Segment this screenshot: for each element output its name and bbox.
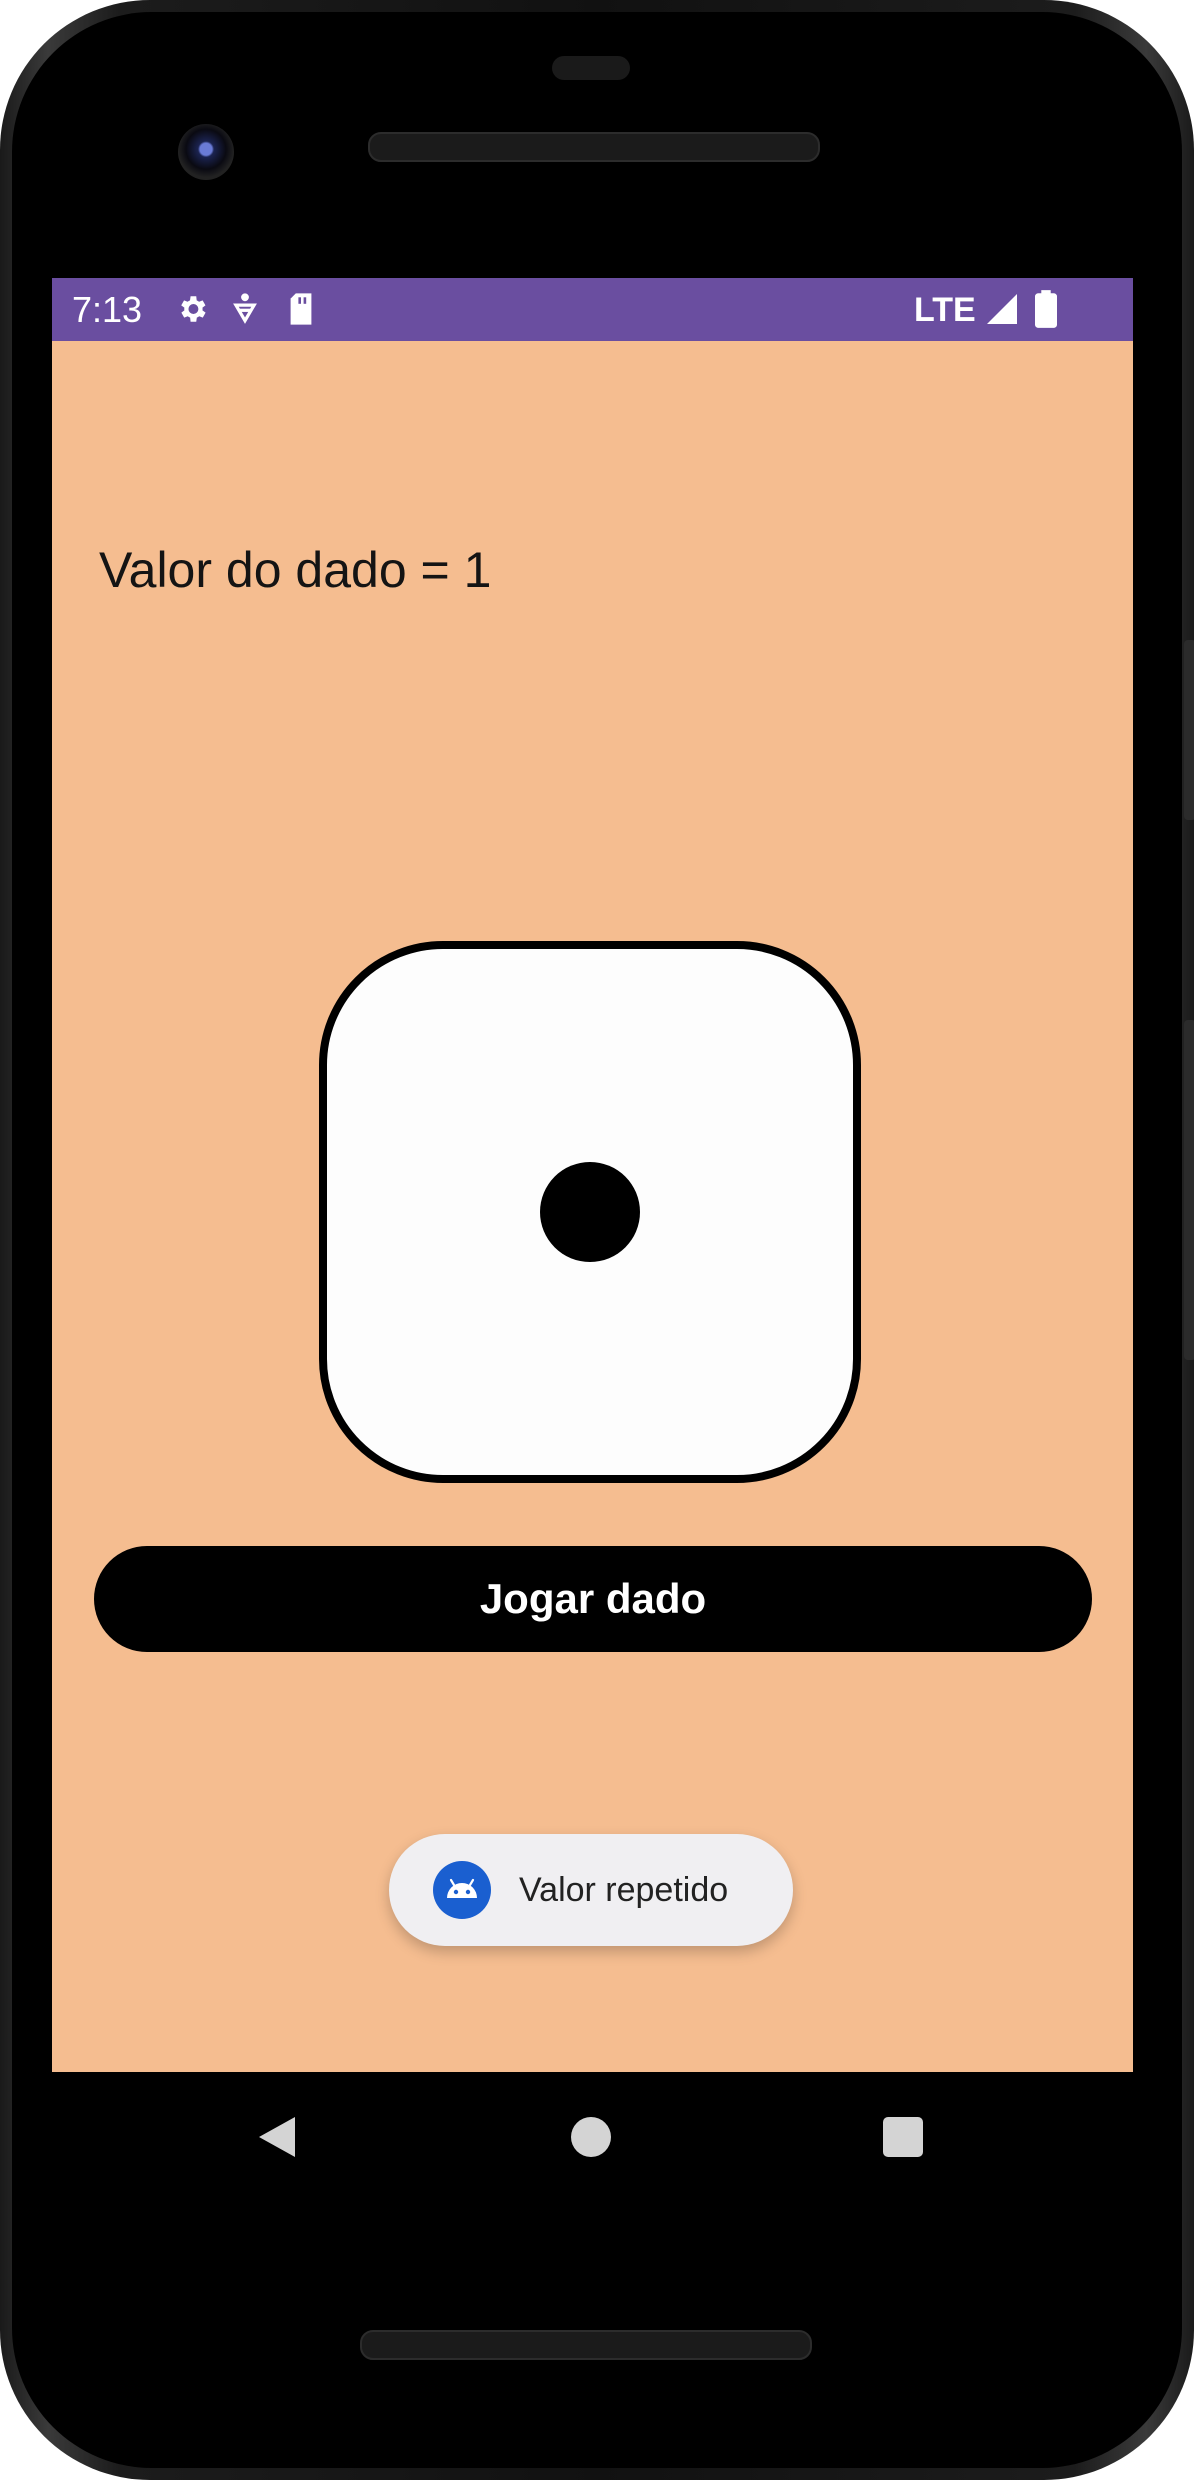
home-icon[interactable] — [546, 2092, 636, 2182]
die-face-image — [318, 940, 862, 1484]
toast-text: Valor repetido — [519, 1870, 729, 1909]
app-screen: 7:13 LTE Valor do dado = 1 Jogar dado Va… — [52, 278, 1133, 2072]
recents-icon[interactable] — [858, 2092, 948, 2182]
back-icon[interactable] — [232, 2092, 322, 2182]
network-type: LTE — [914, 291, 976, 329]
status-time: 7:13 — [72, 289, 143, 330]
android-icon — [433, 1861, 491, 1919]
status-bar: 7:13 LTE — [52, 278, 1133, 341]
navigation-bar — [52, 2072, 1133, 2202]
phone-frame: 7:13 LTE Valor do dado = 1 Jogar dado Va… — [0, 0, 1194, 2480]
die-pip-icon — [540, 1162, 640, 1262]
proximity-sensor — [552, 56, 630, 80]
die-value-label: Valor do dado = 1 — [99, 542, 492, 598]
roll-die-button[interactable]: Jogar dado — [94, 1546, 1092, 1652]
sd-card-icon — [284, 288, 318, 330]
speaker-grille-bottom — [360, 2330, 812, 2360]
front-camera-icon — [178, 124, 234, 180]
accessibility-icon — [228, 288, 262, 330]
volume-button — [1184, 1020, 1194, 1360]
toast-message: Valor repetido — [389, 1834, 793, 1946]
power-button — [1184, 640, 1194, 820]
battery-icon — [1032, 288, 1060, 330]
signal-icon — [982, 288, 1022, 330]
gear-icon — [172, 288, 212, 330]
speaker-grille-top — [368, 132, 820, 162]
